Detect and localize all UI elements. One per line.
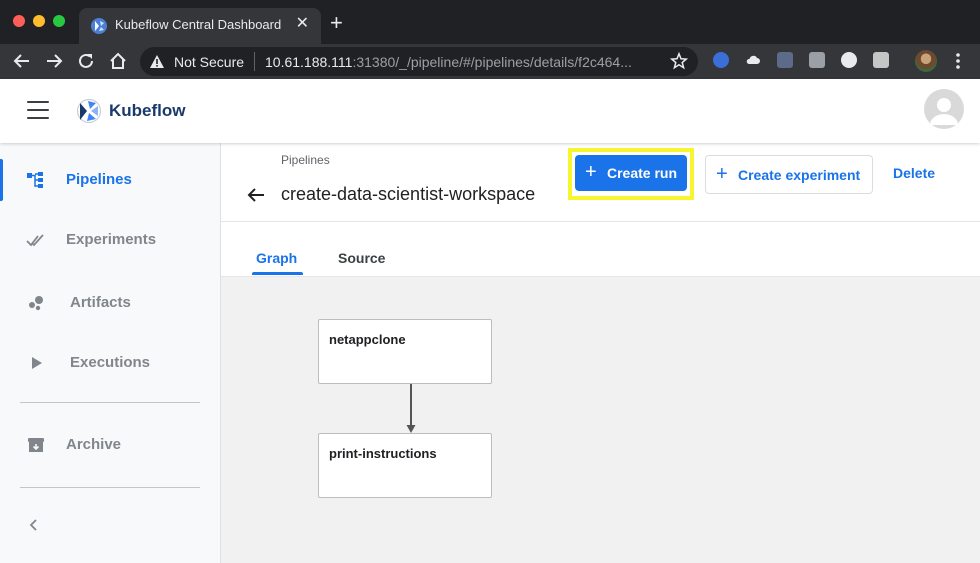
graph-node-netappclone[interactable]: netappclone	[318, 319, 492, 384]
browser-profile-avatar[interactable]	[915, 50, 937, 72]
sidebar-item-archive[interactable]: Archive	[0, 419, 220, 471]
url-path: :31380/_/pipeline/#/pipelines/details/f2…	[352, 54, 632, 70]
delete-button[interactable]: Delete	[893, 165, 935, 181]
chevron-left-icon[interactable]	[26, 517, 42, 533]
menu-icon[interactable]	[27, 101, 49, 119]
pipeline-graph-canvas[interactable]: netappclone print-instructions	[221, 277, 980, 563]
back-arrow-icon[interactable]	[11, 50, 33, 72]
extension-icon[interactable]	[777, 52, 793, 68]
sidebar-item-experiments[interactable]: Experiments	[0, 214, 220, 266]
bookmark-star-icon[interactable]	[670, 52, 688, 70]
graph-node-label: netappclone	[329, 332, 406, 347]
archive-icon	[28, 438, 44, 452]
back-arrow-icon[interactable]	[246, 185, 266, 205]
artifacts-icon	[29, 296, 43, 311]
create-experiment-label: Create experiment	[738, 167, 861, 183]
side-navigation: Pipelines Experiments Artifacts Executio…	[0, 143, 221, 563]
breadcrumb[interactable]: Pipelines	[281, 153, 330, 167]
graph-node-print-instructions[interactable]: print-instructions	[318, 433, 492, 498]
sidebar-item-label: Artifacts	[70, 294, 131, 311]
person-icon	[930, 98, 958, 125]
create-run-label: Create run	[607, 165, 678, 181]
tab-graph[interactable]: Graph	[256, 250, 297, 266]
browser-menu-icon[interactable]	[952, 51, 964, 71]
sidebar-item-pipelines[interactable]: Pipelines	[0, 154, 220, 206]
sidebar-divider	[20, 402, 200, 403]
create-experiment-button[interactable]: + Create experiment	[705, 155, 873, 194]
reload-icon[interactable]	[75, 50, 97, 72]
kubeflow-favicon-icon	[91, 18, 107, 34]
tab-title: Kubeflow Central Dashboard	[115, 17, 282, 32]
sidebar-item-label: Pipelines	[66, 171, 132, 188]
warning-icon[interactable]	[149, 54, 165, 69]
user-avatar[interactable]	[924, 89, 964, 129]
tab-source[interactable]: Source	[338, 250, 385, 266]
url-host: 10.61.188.111	[265, 54, 353, 70]
executions-icon	[32, 357, 42, 369]
graph-edge-arrow	[406, 384, 416, 433]
browser-toolbar: Not Secure 10.61.188.111:31380/_/pipelin…	[0, 44, 980, 79]
sidebar-item-label: Executions	[70, 354, 151, 371]
graph-node-label: print-instructions	[329, 446, 437, 461]
pipelines-icon	[27, 172, 43, 188]
kubeflow-logo-icon	[76, 98, 102, 124]
sidebar-item-label: Experiments	[66, 231, 157, 248]
browser-tab[interactable]: Kubeflow Central Dashboard ✕	[79, 8, 321, 44]
close-window-button[interactable]	[13, 15, 25, 27]
create-run-button[interactable]: + Create run	[575, 155, 687, 191]
url-divider	[254, 52, 255, 71]
cast-extension-icon[interactable]	[873, 52, 889, 68]
forward-arrow-icon[interactable]	[43, 50, 65, 72]
app-name: Kubeflow	[109, 101, 186, 120]
record-extension-icon[interactable]	[841, 52, 857, 68]
plus-icon: +	[585, 161, 597, 183]
home-icon[interactable]	[107, 50, 129, 72]
url-text[interactable]: 10.61.188.111:31380/_/pipeline/#/pipelin…	[265, 54, 632, 70]
page-title: create-data-scientist-workspace	[281, 184, 536, 204]
sidebar-item-executions[interactable]: Executions	[0, 337, 220, 389]
tab-close-icon[interactable]: ✕	[296, 15, 309, 33]
new-tab-button[interactable]: +	[330, 12, 343, 34]
security-status[interactable]: Not Secure	[174, 54, 244, 70]
sidebar-item-label: Archive	[66, 436, 122, 453]
plus-icon: +	[716, 163, 728, 185]
active-tab-indicator	[252, 272, 303, 275]
sidebar-item-artifacts[interactable]: Artifacts	[0, 277, 220, 329]
pipeline-tabs: Graph Source	[221, 222, 980, 277]
experiments-icon	[26, 234, 44, 247]
minimize-window-button[interactable]	[33, 15, 45, 27]
app-header: Kubeflow	[0, 79, 980, 143]
sidebar-divider	[20, 487, 200, 488]
browser-tab-bar: Kubeflow Central Dashboard ✕ +	[0, 0, 980, 44]
cloud-icon[interactable]	[745, 52, 761, 68]
address-bar[interactable]: Not Secure 10.61.188.111:31380/_/pipelin…	[140, 47, 698, 76]
notes-extension-icon[interactable]	[809, 52, 825, 68]
page-header: Pipelines create-data-scientist-workspac…	[221, 143, 980, 222]
maximize-window-button[interactable]	[53, 15, 65, 27]
password-manager-icon[interactable]	[713, 52, 729, 68]
